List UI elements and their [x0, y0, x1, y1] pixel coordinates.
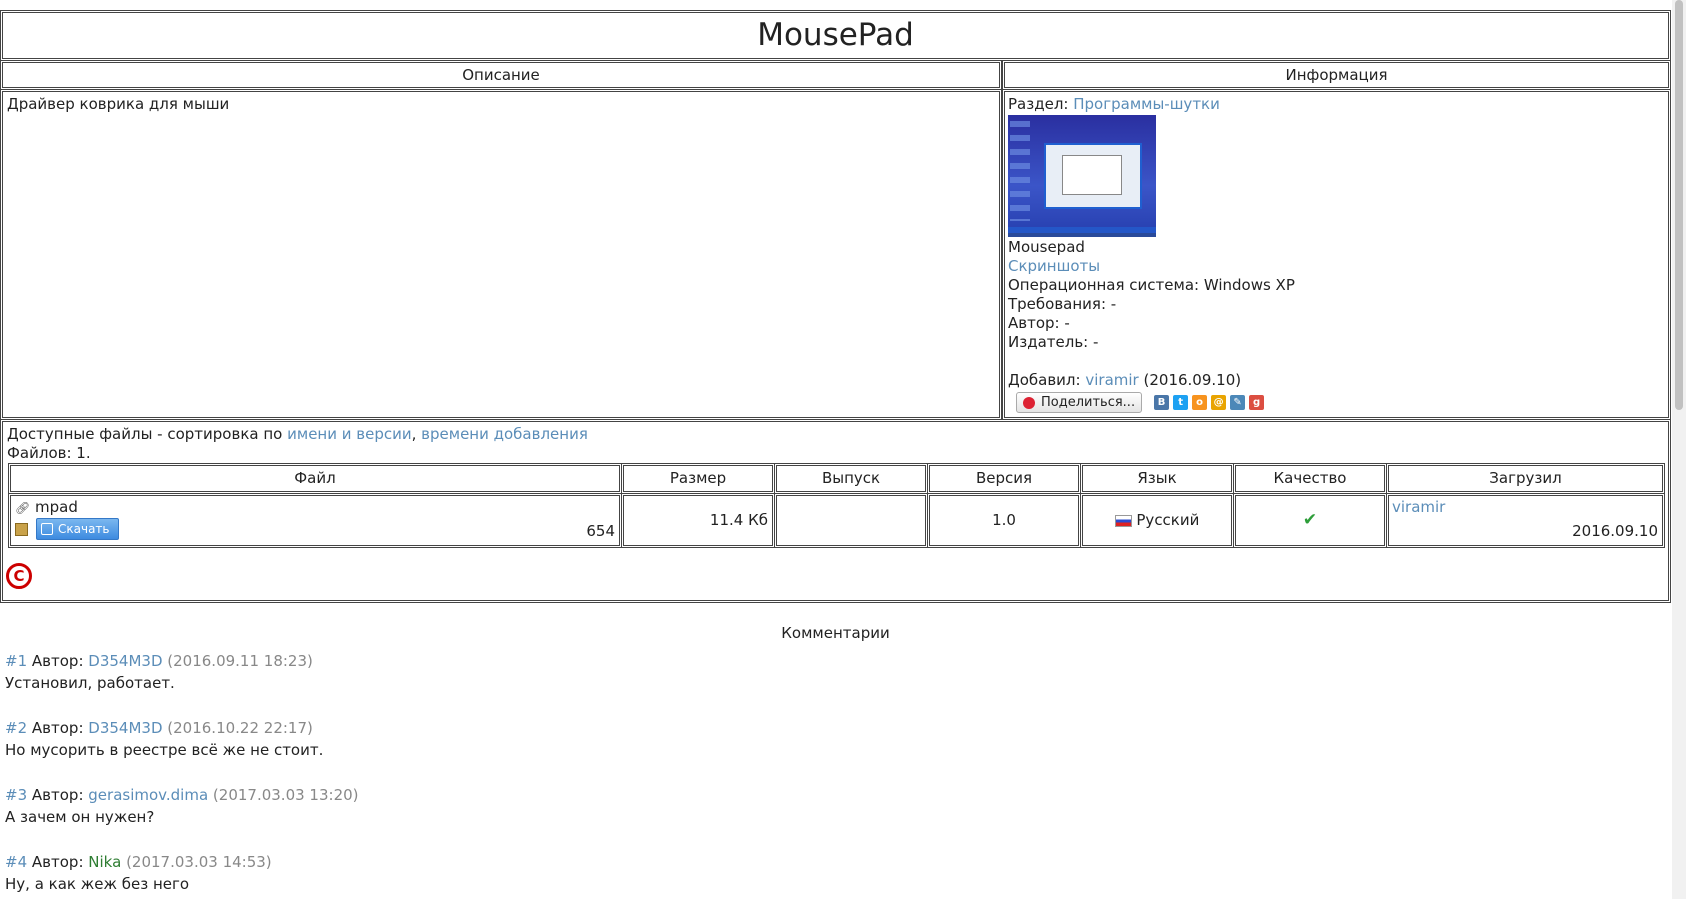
- comment: #1 Автор: D354M3D (2016.09.11 18:23) Уст…: [5, 650, 313, 694]
- russian-flag-icon: [1114, 514, 1132, 527]
- share-label: Поделиться...: [1041, 395, 1136, 410]
- googleplus-icon[interactable]: g: [1249, 395, 1265, 410]
- size-cell: 11.4 Кб: [621, 493, 775, 548]
- files-intro: Доступные файлы - сортировка по: [7, 425, 283, 443]
- files-count: Файлов: 1.: [7, 444, 91, 462]
- table-row: 🔗︎ mpad Скачать 654 11.4 Кб 1.0 Русский: [8, 493, 1665, 548]
- col-release: Выпуск: [774, 463, 928, 494]
- author-label: Автор:: [31, 652, 84, 670]
- comment-author[interactable]: gerasimov.dima: [88, 786, 208, 804]
- comment: #3 Автор: gerasimov.dima (2017.03.03 13:…: [5, 784, 359, 828]
- link-icon: 🔗︎: [15, 501, 31, 515]
- page-title: MousePad: [757, 17, 914, 53]
- comment-number[interactable]: #3: [5, 786, 27, 804]
- comment-date: (2016.09.11 18:23): [167, 652, 313, 670]
- comments-title: Комментарии: [781, 624, 890, 642]
- download-label: Скачать: [58, 521, 110, 536]
- comment-date: (2016.10.22 22:17): [167, 719, 313, 737]
- section-label: Раздел:: [1008, 95, 1069, 113]
- info-header: Информация: [1002, 60, 1671, 90]
- author-label: Автор:: [31, 719, 84, 737]
- os-info: Операционная система: Windows XP: [1008, 276, 1295, 294]
- author-label: Автор:: [31, 853, 84, 871]
- col-size: Размер: [621, 463, 775, 494]
- comment-number[interactable]: #1: [5, 652, 27, 670]
- livejournal-icon[interactable]: ✎: [1230, 395, 1246, 410]
- author-label: Автор:: [31, 786, 84, 804]
- thumbnail-caption: Mousepad: [1008, 238, 1085, 256]
- col-version: Версия: [927, 463, 1081, 494]
- section-link[interactable]: Программы-шутки: [1073, 95, 1220, 113]
- download-icon: [41, 523, 53, 535]
- comment-date: (2017.03.03 13:20): [212, 786, 359, 804]
- download-button[interactable]: Скачать: [36, 518, 119, 540]
- uploader-link[interactable]: viramir: [1392, 498, 1445, 517]
- download-count: 654: [586, 522, 615, 540]
- screenshot-thumbnail[interactable]: [1008, 115, 1156, 237]
- upload-date: 2016.09.10: [1572, 522, 1658, 540]
- release-cell: [774, 493, 928, 548]
- comment-text: Но мусорить в реестре всё же не стоит.: [5, 741, 324, 759]
- files-panel: Доступные файлы - сортировка по имени и …: [0, 419, 1671, 603]
- added-user-link[interactable]: viramir: [1085, 371, 1138, 389]
- share-bar: Поделиться... B t o @ ✎ g: [1016, 392, 1665, 413]
- version-cell: 1.0: [927, 493, 1081, 548]
- scrollbar-thumb[interactable]: [1675, 0, 1683, 410]
- share-icon: [1023, 396, 1035, 409]
- comment-number[interactable]: #4: [5, 853, 27, 871]
- comment-number[interactable]: #2: [5, 719, 27, 737]
- page-scrollbar[interactable]: [1672, 0, 1686, 899]
- package-icon: [15, 522, 28, 536]
- screenshots-link[interactable]: Скриншоты: [1008, 257, 1100, 275]
- col-file: Файл: [8, 463, 622, 494]
- comment-text: Ну, а как жеж без него: [5, 875, 190, 893]
- sort-separator: ,: [411, 425, 417, 443]
- comment-text: Установил, работает.: [5, 674, 175, 692]
- language-text: Русский: [1136, 511, 1200, 529]
- description-text: Драйвер коврика для мыши: [7, 95, 230, 113]
- mailru-icon[interactable]: @: [1211, 395, 1227, 410]
- comment-text: А зачем он нужен?: [5, 808, 155, 826]
- language-cell: Русский: [1080, 493, 1234, 548]
- added-label: Добавил:: [1008, 371, 1081, 389]
- sort-by-name-link[interactable]: имени и версии: [287, 425, 411, 443]
- uploader-cell: viramir 2016.09.10: [1386, 493, 1665, 548]
- description-panel: Драйвер коврика для мыши: [0, 89, 1002, 420]
- comment-author[interactable]: Nika: [88, 853, 121, 871]
- author-info: Автор: -: [1008, 314, 1070, 332]
- vk-icon[interactable]: B: [1154, 395, 1170, 410]
- sort-by-time-link[interactable]: времени добавления: [421, 425, 588, 443]
- odnoklassniki-icon[interactable]: o: [1192, 395, 1208, 410]
- publisher-info: Издатель: -: [1008, 333, 1099, 351]
- file-name: mpad: [35, 498, 78, 516]
- quality-check-icon: ✔: [1233, 493, 1387, 548]
- comment-author[interactable]: D354M3D: [88, 719, 162, 737]
- share-button[interactable]: Поделиться...: [1016, 392, 1143, 413]
- col-quality: Качество: [1233, 463, 1387, 494]
- copyright-icon: C: [6, 563, 32, 589]
- description-header: Описание: [0, 60, 1002, 90]
- added-date: (2016.09.10): [1143, 371, 1242, 389]
- info-panel: Раздел: Программы-шутки Mousepad Скриншо…: [1002, 89, 1671, 420]
- comment: #2 Автор: D354M3D (2016.10.22 22:17) Но …: [5, 717, 323, 761]
- comment-author[interactable]: D354M3D: [88, 652, 162, 670]
- file-cell: 🔗︎ mpad Скачать 654: [8, 493, 622, 548]
- requirements-info: Требования: -: [1008, 295, 1117, 313]
- col-language: Язык: [1080, 463, 1234, 494]
- comment-date: (2017.03.03 14:53): [126, 853, 272, 871]
- comment: #4 Автор: Nika (2017.03.03 14:53) Ну, а …: [5, 851, 272, 895]
- twitter-icon[interactable]: t: [1173, 395, 1189, 410]
- title-box: MousePad: [0, 10, 1671, 61]
- col-uploader: Загрузил: [1386, 463, 1665, 494]
- files-table: Файл Размер Выпуск Версия Язык Качество …: [7, 462, 1666, 549]
